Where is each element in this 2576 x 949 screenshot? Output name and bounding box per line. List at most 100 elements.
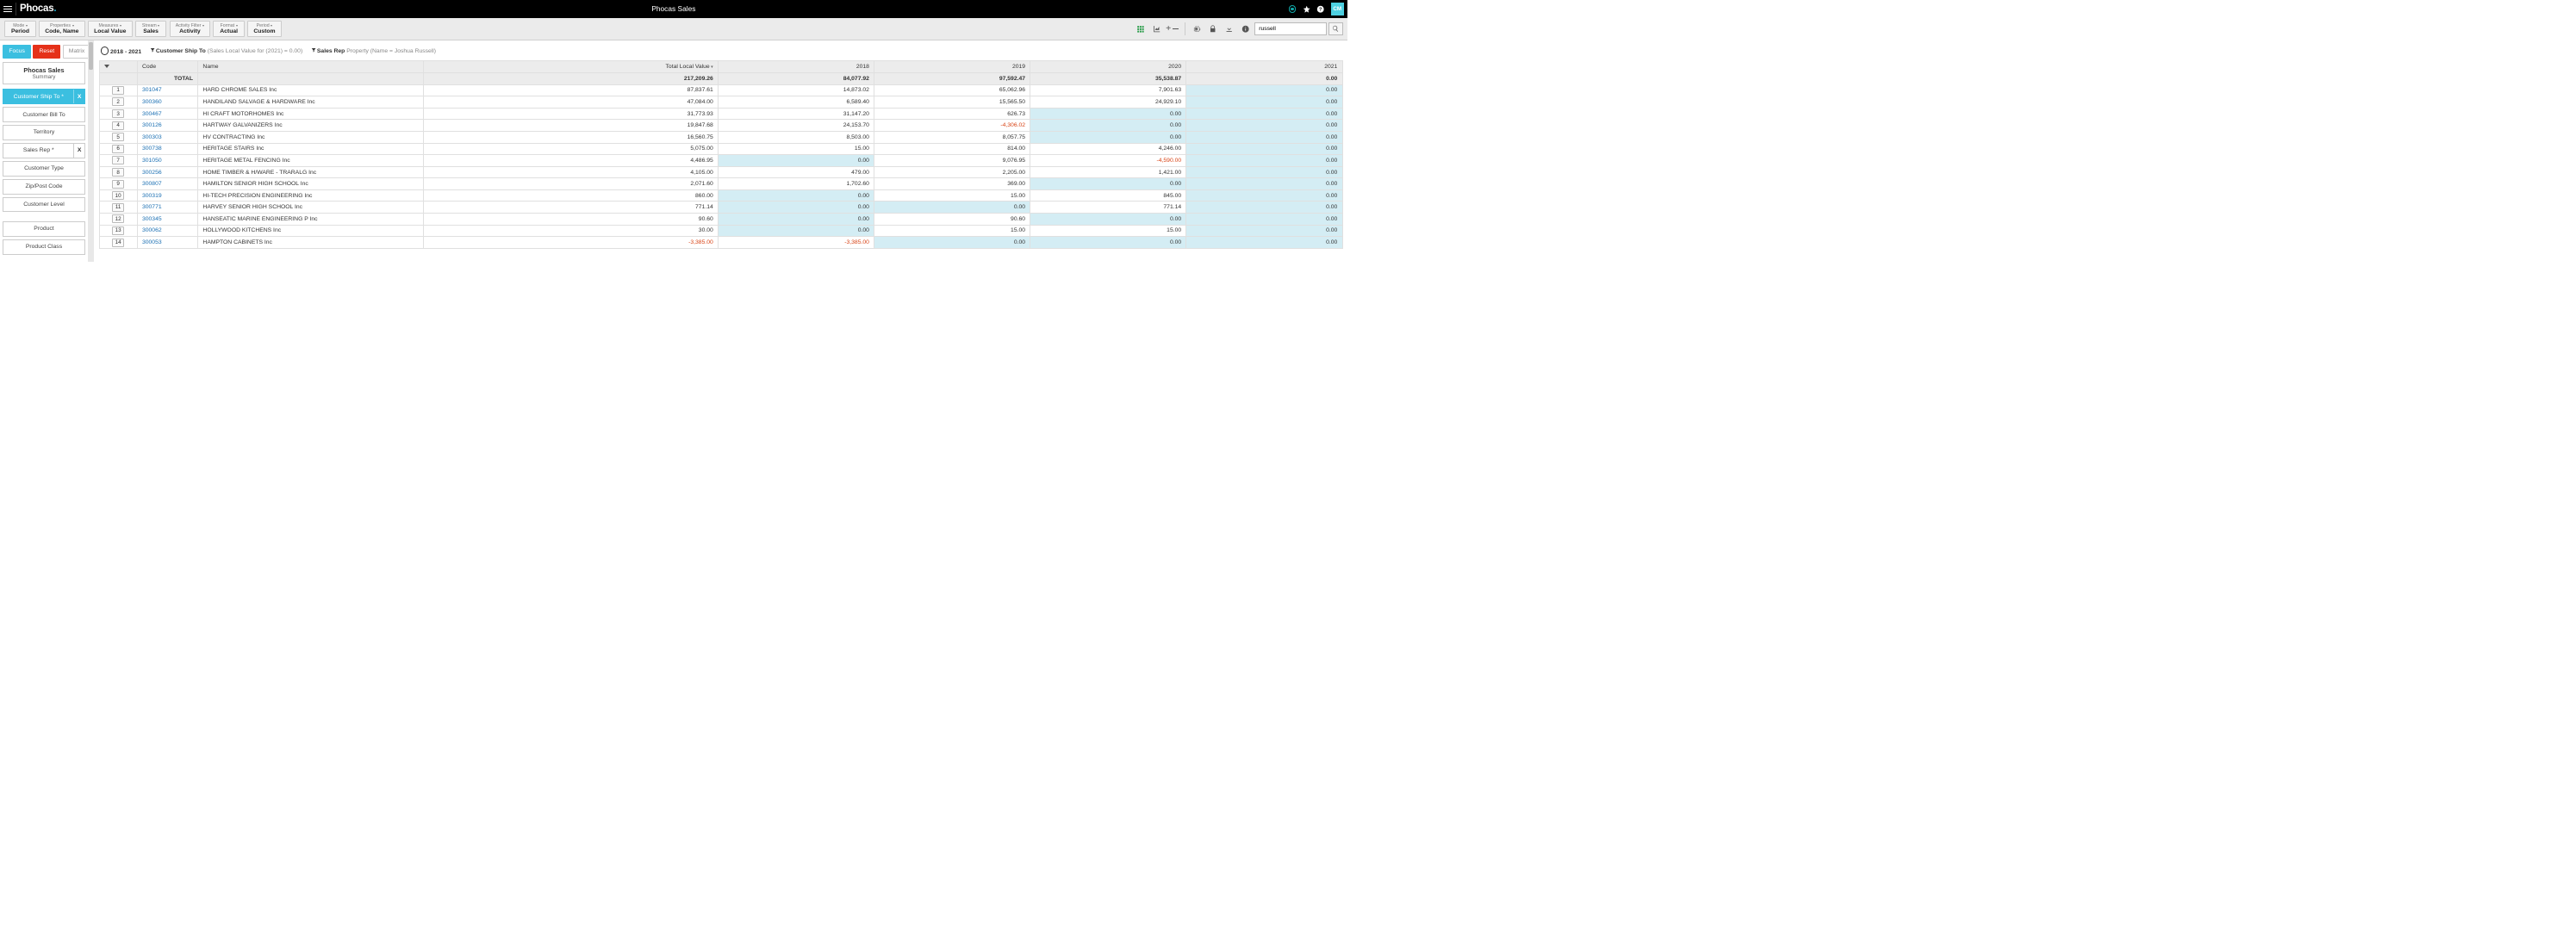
table-row[interactable]: 10300319HI-TECH PRECISION ENGINEERING In… (99, 189, 1342, 202)
code-link[interactable]: 300360 (142, 99, 162, 105)
table-row[interactable]: 13300062HOLLYWOOD KITCHENS Inc30.000.001… (99, 225, 1342, 237)
panel-title[interactable]: Phocas Sales Summary (3, 62, 85, 84)
sidebar-item[interactable]: Customer Level (3, 197, 85, 213)
row-number[interactable]: 12 (112, 214, 125, 223)
add-remove-icon[interactable]: + (1166, 22, 1180, 36)
toolbar-period[interactable]: PeriodCustom (247, 21, 282, 38)
sidebar-item[interactable]: Product (3, 221, 85, 237)
focus-button[interactable]: Focus (3, 45, 31, 58)
info-icon[interactable] (1238, 22, 1253, 36)
row-number[interactable]: 6 (112, 145, 125, 153)
col-2021[interactable]: 2021 (1186, 61, 1342, 73)
code-link[interactable]: 301047 (142, 87, 162, 93)
row-number[interactable]: 8 (112, 168, 125, 177)
triangle-icon (104, 65, 109, 68)
sidebar-item[interactable]: Sales Rep * X (3, 143, 85, 158)
reset-button[interactable]: Reset (33, 45, 60, 58)
code-link[interactable]: 300303 (142, 134, 162, 140)
table-row[interactable]: 4300126HARTWAY GALVANIZERS Inc19,847.682… (99, 120, 1342, 132)
sidebar-item[interactable]: Product Class (3, 239, 85, 255)
user-avatar[interactable]: CM (1331, 3, 1344, 16)
col-expand[interactable] (99, 61, 137, 73)
row-number[interactable]: 11 (112, 203, 125, 212)
code-link[interactable]: 300319 (142, 193, 162, 199)
sidebar-item[interactable]: Customer Ship To *X (3, 89, 85, 104)
toolbar-activity-filter[interactable]: Activity FilterActivity (170, 21, 211, 38)
table-row[interactable]: 1301047HARD CHROME SALES Inc87,837.6114,… (99, 84, 1342, 96)
hamburger-menu[interactable] (3, 3, 16, 16)
col-2019[interactable]: 2019 (874, 61, 1030, 73)
row-number[interactable]: 10 (112, 191, 125, 200)
close-icon[interactable]: X (73, 90, 84, 103)
toolbar-mode[interactable]: ModePeriod (4, 21, 36, 38)
toolbar-properties[interactable]: PropertiesCode, Name (39, 21, 85, 38)
grid-view-icon[interactable] (1134, 22, 1148, 36)
period-filter[interactable]: 2018 - 2021 (101, 47, 142, 55)
sidebar-item-label: Sales Rep * (23, 147, 54, 153)
col-name[interactable]: Name (198, 61, 424, 73)
table-row[interactable]: 14300053HAMPTON CABINETS Inc-3,385.00-3,… (99, 237, 1342, 249)
matrix-button[interactable]: Matrix (63, 45, 91, 58)
col-code[interactable]: Code (137, 61, 197, 73)
row-number[interactable]: 13 (112, 226, 125, 235)
search-button[interactable] (1328, 22, 1343, 36)
download-icon[interactable] (1222, 22, 1236, 36)
record-indicator-icon[interactable] (1289, 5, 1296, 12)
table-row[interactable]: 7301050HERITAGE METAL FENCING Inc4,486.9… (99, 155, 1342, 167)
gear-icon[interactable] (1190, 22, 1204, 36)
code-link[interactable]: 300738 (142, 146, 162, 152)
sidebar-item[interactable]: Customer Type (3, 161, 85, 177)
row-number[interactable]: 3 (112, 109, 125, 118)
help-icon[interactable]: ? (1316, 5, 1324, 13)
code-link[interactable]: 300256 (142, 170, 162, 176)
row-number[interactable]: 4 (112, 121, 125, 130)
code-link[interactable]: 300467 (142, 111, 162, 117)
lock-icon[interactable] (1206, 22, 1221, 36)
row-number[interactable]: 2 (112, 97, 125, 106)
table-row[interactable]: 3300467HI CRAFT MOTORHOMES Inc31,773.933… (99, 108, 1342, 120)
star-icon[interactable] (1303, 5, 1310, 13)
search-input[interactable] (1254, 22, 1327, 36)
toolbar-item-value: Code, Name (45, 28, 78, 34)
code-link[interactable]: 300126 (142, 122, 162, 128)
toolbar-item-value: Custom (253, 28, 275, 34)
code-link[interactable]: 300771 (142, 204, 162, 210)
sidebar-item-label: Product Class (26, 244, 62, 250)
sidebar-scrollbar[interactable] (88, 40, 94, 262)
table-row[interactable]: 8300256HOME TIMBER & H/WARE - TRARALG In… (99, 166, 1342, 178)
close-icon[interactable]: X (73, 144, 84, 158)
toolbar-format[interactable]: FormatActual (213, 21, 245, 38)
col-2018[interactable]: 2018 (719, 61, 874, 73)
col-2020[interactable]: 2020 (1030, 61, 1186, 73)
table-row[interactable]: 12300345HANSEATIC MARINE ENGINEERING P I… (99, 214, 1342, 226)
code-link[interactable]: 300062 (142, 227, 162, 233)
table-row[interactable]: 9300807HAMILTON SENIOR HIGH SCHOOL Inc2,… (99, 178, 1342, 190)
row-name: HARD CHROME SALES Inc (198, 84, 424, 96)
row-number[interactable]: 5 (112, 133, 125, 141)
sidebar-item[interactable]: Zip/Post Code (3, 179, 85, 195)
row-number[interactable]: 1 (112, 86, 125, 95)
row-name: HV CONTRACTING Inc (198, 131, 424, 143)
filter-sales-rep[interactable]: Sales Rep Property (Name = Joshua Russel… (311, 47, 436, 54)
col-total[interactable]: Total Local Value (423, 61, 718, 73)
toolbar-stream[interactable]: StreamSales (135, 21, 167, 38)
table-row[interactable]: 2300360HANDILAND SALVAGE & HARDWARE Inc4… (99, 96, 1342, 109)
row-name: HARTWAY GALVANIZERS Inc (198, 120, 424, 132)
toolbar-measures[interactable]: MeasuresLocal Value (88, 21, 133, 38)
row-number[interactable]: 14 (112, 239, 125, 247)
code-link[interactable]: 300345 (142, 216, 162, 222)
sidebar-item[interactable]: Territory (3, 125, 85, 140)
table-row[interactable]: 5300303HV CONTRACTING Inc16,560.758,503.… (99, 131, 1342, 143)
code-link[interactable]: 300053 (142, 239, 162, 245)
chart-icon[interactable] (1149, 22, 1164, 36)
sidebar-item[interactable]: Customer Bill To (3, 107, 85, 122)
row-number[interactable]: 7 (112, 156, 125, 164)
table-row[interactable]: 11300771HARVEY SENIOR HIGH SCHOOL Inc771… (99, 202, 1342, 214)
filter-customer-ship-to[interactable]: Customer Ship To (Sales Local Value for … (150, 47, 303, 54)
row-number[interactable]: 9 (112, 180, 125, 189)
row-name: HAMILTON SENIOR HIGH SCHOOL Inc (198, 178, 424, 190)
code-link[interactable]: 301050 (142, 158, 162, 164)
code-link[interactable]: 300807 (142, 181, 162, 187)
content-area: 2018 - 2021 Customer Ship To (Sales Loca… (94, 40, 1347, 252)
table-row[interactable]: 6300738HERITAGE STAIRS Inc5,075.0015.008… (99, 143, 1342, 155)
